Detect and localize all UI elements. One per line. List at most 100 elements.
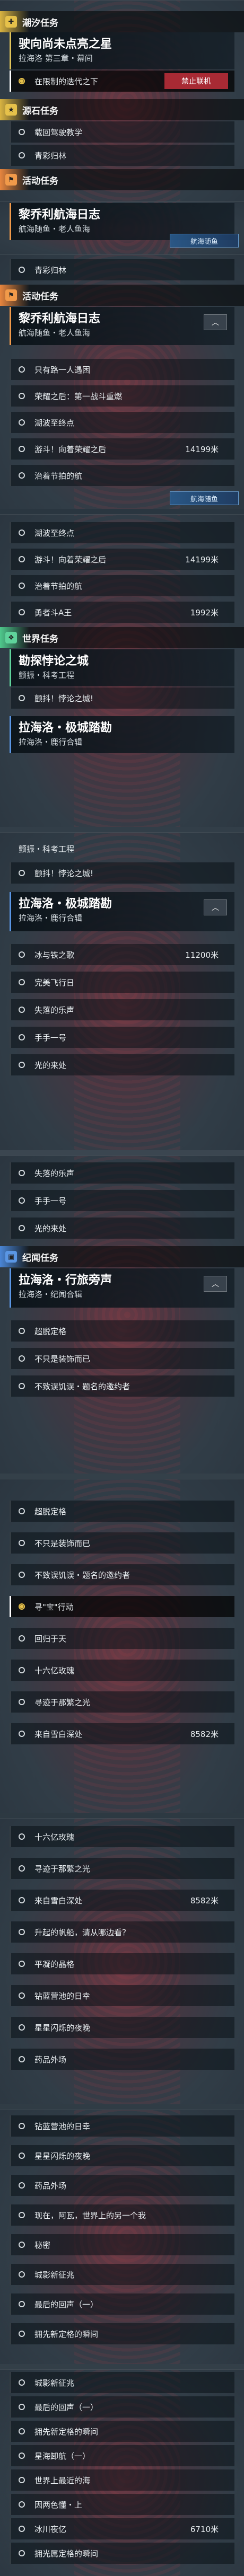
list-item[interactable]: 冰川夜亿 6710米 (10, 2518, 234, 2539)
list-item[interactable]: 不致误饥误・题名的邀约者 (10, 1375, 234, 1397)
list-item[interactable]: 光的来处 (10, 1218, 234, 1239)
list-item-label: 不只是装饰而已 (34, 1538, 91, 1548)
list-item[interactable]: 拥光属定格的瞬间 (10, 2543, 234, 2564)
list-item-label: 游斗！向着荣耀之后 (34, 554, 107, 564)
list-item[interactable]: 世界上最近的海 (10, 2469, 234, 2491)
collapse-button[interactable]: ︿ (204, 899, 227, 915)
list-item[interactable]: 完美飞行日 (10, 972, 234, 993)
list-item[interactable]: 星星闪烁的夜晚 (10, 2145, 234, 2166)
list-item[interactable]: 来自雪白深处 8582米 (10, 1723, 234, 1744)
tide-quest-step[interactable]: 在限制的迭代之下 禁止联机 (10, 70, 234, 92)
list-item[interactable]: 光的来处 (10, 1054, 234, 1075)
list-item[interactable]: 因两色懂・上 (10, 2494, 234, 2515)
list-item[interactable]: 荣耀之后：第一战斗重燃 (10, 385, 234, 407)
story-quest-card[interactable]: 拉海洛・极城踏勘 拉海洛・鹿行合辑 (10, 716, 234, 753)
list-item[interactable]: 不只是装饰而已 (10, 1532, 234, 1554)
list-item[interactable]: 青彩归林 (10, 145, 234, 166)
list-item[interactable]: 平凝的晶格 (10, 1953, 234, 1974)
list-item[interactable]: 最后的回声（一） (10, 2293, 234, 2315)
quest-panel-8: 钻蓝营池的日幸 星星闪烁的夜晚 药品外场 现在，阿瓦，世界上的另一个我 秘密 城… (0, 2110, 244, 2364)
quest-panel-1b: 黎乔利航海日志 航海随鱼・老人鱼海 航海随鱼 (0, 201, 244, 254)
bullet-icon (19, 870, 25, 876)
list-item[interactable]: 钻蓝营池的日幸 (10, 2115, 234, 2137)
list-item[interactable]: 载回驾驶教学 (10, 121, 234, 143)
list-item[interactable]: 手手一号 (10, 1027, 234, 1048)
world-quest-header[interactable]: ❖ 世界任务 (0, 627, 244, 648)
list-item[interactable]: 湖波至终点 (10, 412, 234, 433)
quest-panel-3: 湖波至终点 游斗！向着荣耀之后 14199米 治着节拍的航 勇者斗A王 1992… (0, 514, 244, 827)
event-quest-header[interactable]: ⚑ 活动任务 (0, 169, 244, 190)
bullet-icon (19, 1062, 25, 1068)
list-item[interactable]: 城影新征兆 (10, 2264, 234, 2285)
list-item[interactable]: 来自雪白深处 8582米 (10, 1890, 234, 1911)
list-item[interactable]: 寻迹于那繁之光 (10, 1858, 234, 1879)
list-item[interactable]: 升起的帆船，请从哪边看？ (10, 1921, 234, 1943)
collapse-button[interactable]: ︿ (204, 314, 227, 330)
list-item-label: 载回驾驶教学 (34, 127, 83, 137)
bullet-icon (19, 2379, 25, 2386)
tide-quest-header[interactable]: ✚ 潮汐任务 (0, 11, 244, 32)
world-quest-step[interactable]: 颤抖！悖论之城! (10, 862, 234, 884)
list-item[interactable]: 超脱定格 (10, 1320, 234, 1342)
list-item-label: 因两色懂・上 (34, 2500, 83, 2510)
record-quest-header[interactable]: ▣ 纪闻任务 (0, 1246, 244, 1267)
list-item[interactable]: 十六亿玫瑰 (10, 1660, 234, 1681)
event-tag: 航海随鱼 (170, 491, 239, 505)
list-item-label: 手手一号 (34, 1033, 67, 1043)
list-item[interactable]: 治着节拍的航 (10, 465, 234, 486)
event-quest-card[interactable]: 黎乔利航海日志 航海随鱼・老人鱼海 ︿ (10, 307, 234, 345)
quest-panel-9: 城影新征兆 最后的回声（一） 拥先新定格的瞬间 星海卸航（一） 世界上最近的海 … (0, 2369, 244, 2576)
list-item[interactable]: 不只是装饰而已 (10, 1348, 234, 1369)
list-item-label: 星星闪烁的夜晚 (34, 2151, 91, 2161)
event-quest-label: 活动任务 (22, 175, 58, 187)
list-item[interactable]: 拥先新定格的瞬间 (10, 2323, 234, 2344)
event-quest-header[interactable]: ⚑ 活动任务 (0, 285, 244, 306)
bullet-icon (19, 1961, 25, 1967)
world-quest-step[interactable]: 颤抖！悖论之城! (10, 687, 234, 709)
story-quest-title: 拉海洛・极城踏勘 (19, 897, 112, 911)
list-item[interactable]: 寻"宝"行动 (10, 1596, 234, 1617)
list-item[interactable]: 治着节拍的航 (10, 575, 234, 596)
distance-label: 11200米 (185, 950, 219, 960)
distance-label: 8582米 (190, 1895, 219, 1905)
list-item[interactable]: 超脱定格 (10, 1501, 234, 1522)
list-item[interactable]: 药品外场 (10, 2175, 234, 2196)
bullet-icon (19, 2152, 25, 2159)
list-item[interactable]: 最后的回声（一） (10, 2396, 234, 2418)
list-item[interactable]: 手手一号 (10, 1190, 234, 1211)
list-item[interactable]: 游斗！向着荣耀之后 14199米 (10, 438, 234, 460)
step-bullet-icon (19, 78, 25, 84)
tide-quest-card[interactable]: 驶向尚未点亮之星 拉海洛 第三章・幕间 (10, 32, 234, 69)
list-item[interactable]: 秘密 (10, 2234, 234, 2255)
list-item[interactable]: 城影新征兆 (10, 2372, 234, 2393)
bullet-icon (19, 2526, 25, 2532)
bullet-icon (19, 951, 25, 958)
list-item[interactable]: 青彩归林 (10, 259, 234, 280)
list-item[interactable]: 勇者斗A王 1992米 (10, 602, 234, 623)
list-item-label: 拥先新定格的瞬间 (34, 2427, 99, 2437)
list-item[interactable]: 寻迹于那繁之光 (10, 1691, 234, 1713)
world-quest-card[interactable]: 勘探悖论之城 颤振・科考工程 (10, 649, 234, 686)
list-item[interactable]: 拥先新定格的瞬间 (10, 2421, 234, 2442)
list-item[interactable]: 星海卸航（一） (10, 2445, 234, 2466)
side-quest-header[interactable]: ★ 源石任务 (0, 99, 244, 120)
list-item-label: 药品外场 (34, 2181, 67, 2191)
list-item[interactable]: 现在，阿瓦，世界上的另一个我 (10, 2204, 234, 2226)
list-item[interactable]: 十六亿玫瑰 (10, 1826, 234, 1847)
list-item[interactable]: 只有路一人遇困 (10, 359, 234, 380)
list-item[interactable]: 湖波至终点 (10, 522, 234, 543)
list-item[interactable]: 回归于天 (10, 1628, 234, 1649)
collapse-button[interactable]: ︿ (204, 1276, 227, 1292)
list-item[interactable]: 失落的乐声 (10, 1162, 234, 1184)
list-item[interactable]: 星星闪烁的夜晚 (10, 2017, 234, 2038)
list-item[interactable]: 不致误饥误・题名的邀约者 (10, 1564, 234, 1585)
record-quest-subtitle: 拉海洛・纪闻合辑 (19, 1290, 83, 1299)
list-item[interactable]: 失落的乐声 (10, 999, 234, 1020)
list-item[interactable]: 钻蓝营池的日幸 (10, 1985, 234, 2006)
list-item[interactable]: 游斗！向着荣耀之后 14199米 (10, 549, 234, 570)
bullet-icon (19, 1833, 25, 1840)
story-quest-card[interactable]: 拉海洛・极城踏勘 拉海洛・鹿行合辑 ︿ (10, 892, 234, 931)
list-item[interactable]: 冰与铁之歌 11200米 (10, 944, 234, 965)
record-quest-card[interactable]: 拉海洛・行旅旁声 拉海洛・纪闻合辑 ︿ (10, 1268, 234, 1308)
list-item[interactable]: 药品外场 (10, 2049, 234, 2070)
